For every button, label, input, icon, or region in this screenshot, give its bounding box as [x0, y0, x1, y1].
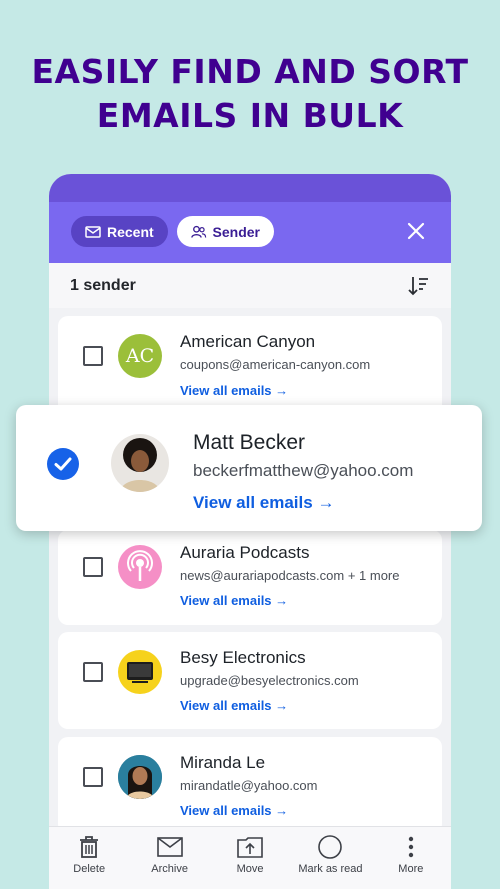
status-area — [49, 174, 451, 202]
phone-screen: Recent Sender 1 sender AC American Canyo… — [49, 174, 451, 889]
chip-sender-label: Sender — [212, 223, 260, 240]
chip-recent[interactable]: Recent — [71, 216, 168, 247]
sender-email: upgrade@besyelectronics.com — [180, 673, 359, 688]
sender-card[interactable]: Auraria Podcasts news@aurariapodcasts.co… — [58, 530, 442, 625]
selected-sender-card[interactable]: Matt Becker beckerfmatthew@yahoo.com Vie… — [16, 405, 482, 531]
view-all-emails-link[interactable]: View all emails → — [180, 383, 288, 398]
podcast-icon — [127, 550, 153, 581]
trash-icon — [80, 836, 99, 858]
sender-card[interactable]: Besy Electronics upgrade@besyelectronics… — [58, 632, 442, 729]
view-all-emails-link[interactable]: View all emails → — [180, 698, 288, 713]
avatar — [111, 434, 169, 492]
person-photo-icon — [118, 755, 162, 799]
sender-email: coupons@american-canyon.com — [180, 357, 371, 372]
headline-line-2: EMAILS IN BULK — [96, 96, 404, 135]
select-checkbox[interactable] — [83, 346, 103, 366]
podcast-avatar — [118, 545, 162, 589]
archive-button[interactable]: Archive — [129, 827, 209, 889]
mark-as-read-button[interactable]: Mark as read — [290, 827, 370, 889]
more-button[interactable]: More — [371, 827, 451, 889]
sender-name: Miranda Le — [180, 753, 266, 772]
close-icon[interactable] — [407, 222, 425, 240]
mark-as-read-label: Mark as read — [298, 863, 363, 875]
people-icon — [191, 225, 207, 238]
arrow-right-icon: → — [275, 383, 289, 398]
electronics-avatar — [118, 650, 162, 694]
marketing-headline: EASILY FIND AND SORT EMAILS IN BULK — [0, 50, 500, 138]
arrow-right-icon: → — [317, 493, 335, 512]
move-button[interactable]: Move — [210, 827, 290, 889]
archive-label: Archive — [151, 863, 188, 875]
move-label: Move — [236, 863, 264, 875]
sender-count: 1 sender — [70, 276, 136, 294]
delete-label: Delete — [73, 863, 106, 875]
avatar — [118, 755, 162, 799]
chip-recent-label: Recent — [107, 223, 154, 240]
view-all-emails-link[interactable]: View all emails → — [180, 593, 288, 608]
sender-name: Matt Becker — [193, 431, 306, 454]
sender-email: news@aurariapodcasts.com + 1 more — [180, 568, 400, 583]
more-icon — [408, 836, 414, 858]
avatar: AC — [118, 334, 162, 378]
archive-icon — [156, 837, 183, 857]
sender-count-bar: 1 sender — [49, 263, 451, 308]
select-checkbox[interactable] — [83, 767, 103, 787]
arrow-right-icon: → — [275, 593, 289, 608]
tv-icon — [127, 662, 153, 683]
circle-icon — [318, 835, 343, 859]
chip-sender[interactable]: Sender — [177, 216, 274, 247]
checkmark-icon — [54, 457, 72, 471]
app-bar: Recent Sender — [49, 202, 451, 263]
view-all-emails-link[interactable]: View all emails → — [180, 803, 288, 818]
sender-name: American Canyon — [180, 332, 316, 351]
sender-email: beckerfmatthew@yahoo.com — [193, 461, 414, 480]
mail-icon — [85, 225, 101, 238]
bottom-action-bar: Delete Archive Move Mark as read More — [49, 826, 451, 889]
sender-name: Besy Electronics — [180, 648, 306, 667]
more-label: More — [398, 863, 424, 875]
sender-card[interactable]: Miranda Le mirandatle@yahoo.com View all… — [58, 737, 442, 834]
delete-button[interactable]: Delete — [49, 827, 129, 889]
move-icon — [237, 837, 263, 858]
checked-checkbox[interactable] — [47, 448, 79, 480]
sort-icon[interactable] — [407, 276, 429, 296]
view-all-emails-link[interactable]: View all emails → — [193, 493, 334, 513]
sender-email: mirandatle@yahoo.com — [180, 778, 318, 793]
person-photo-icon — [111, 434, 169, 492]
sender-name: Auraria Podcasts — [180, 543, 310, 562]
avatar-initials: AC — [125, 345, 155, 367]
select-checkbox[interactable] — [83, 557, 103, 577]
arrow-right-icon: → — [275, 698, 289, 713]
headline-line-1: EASILY FIND AND SORT — [31, 52, 469, 91]
select-checkbox[interactable] — [83, 662, 103, 682]
arrow-right-icon: → — [275, 803, 289, 818]
